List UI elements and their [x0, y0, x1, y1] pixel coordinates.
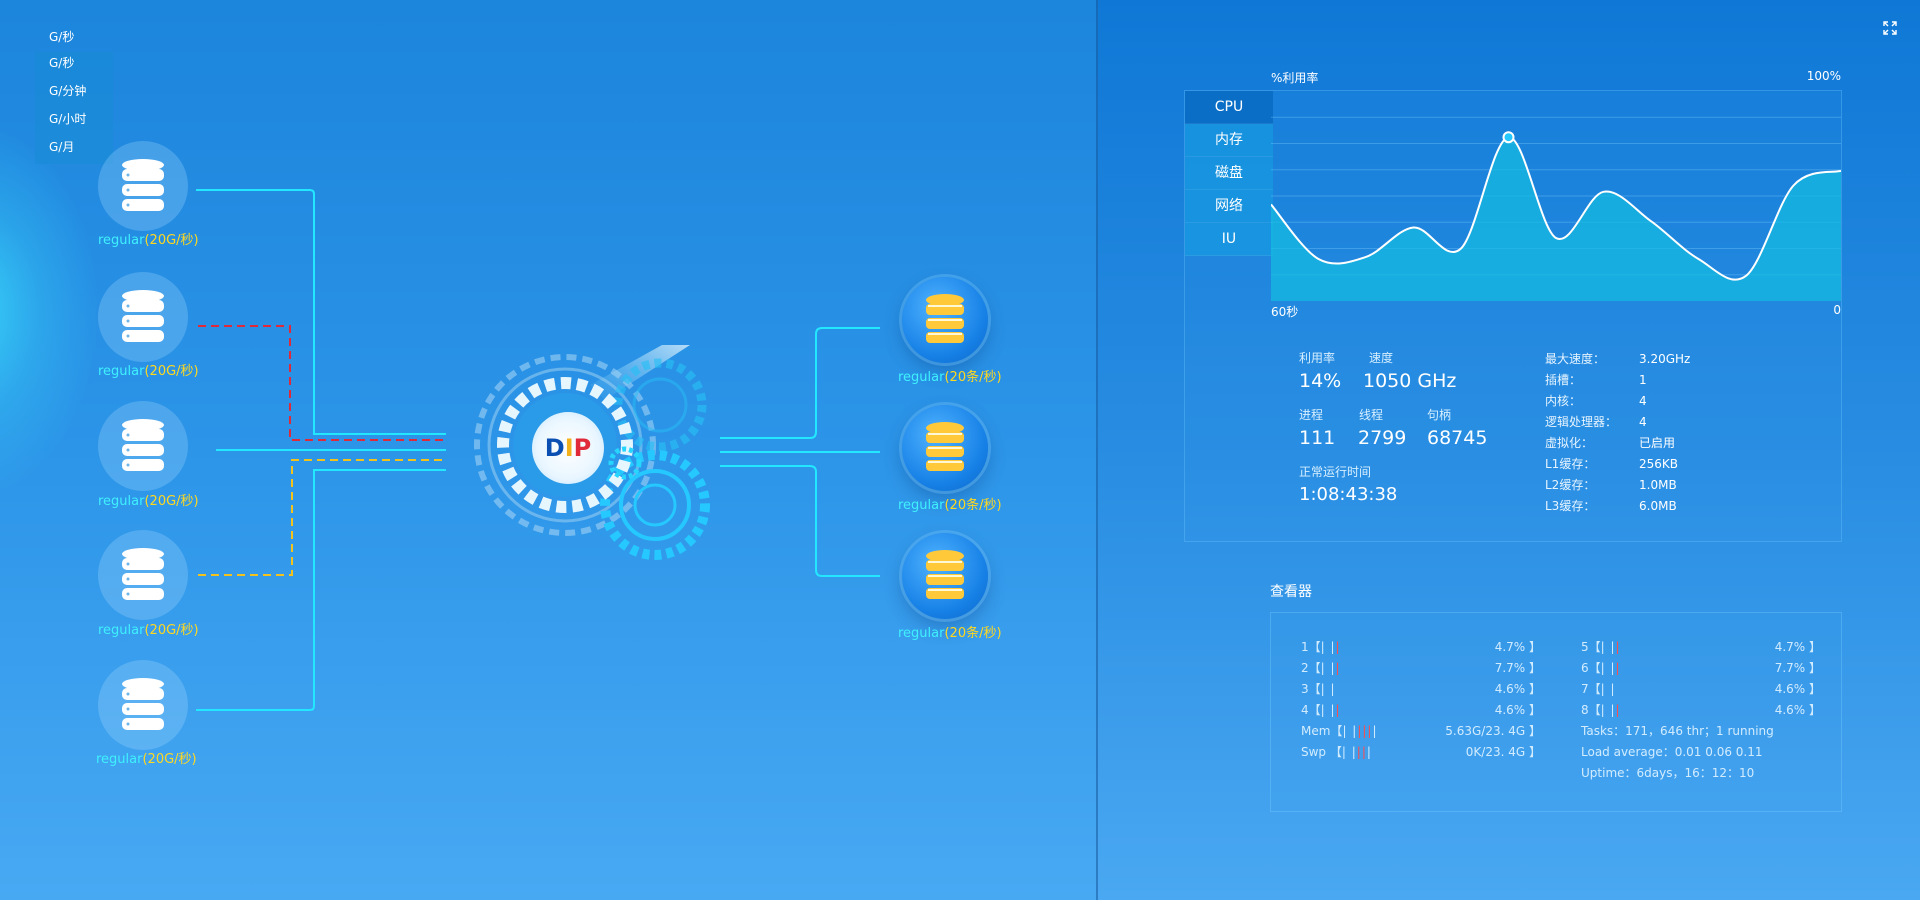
load-average: Load average：0.01 0.06 0.11: [1581, 745, 1763, 759]
chart-header: %利用率 100%: [1271, 69, 1841, 86]
chart-title: %利用率: [1271, 71, 1319, 85]
cpu-core-row: 4【| || 4.6% 】: [1301, 703, 1541, 717]
spec-key: 内核：: [1545, 394, 1582, 408]
chart-footer: 60秒 0: [1271, 303, 1841, 320]
source-db-icon[interactable]: [98, 660, 188, 750]
target-db-icon[interactable]: [902, 533, 988, 619]
flow-line: [196, 189, 446, 435]
processes-value: 111: [1299, 427, 1336, 449]
spec-key: L1缓存：: [1545, 457, 1596, 471]
flow-line-dashed-yellow: [198, 459, 446, 576]
spec-key: 逻辑处理器：: [1545, 415, 1618, 429]
cpu-usage-chart: [1271, 116, 1841, 301]
source-label: regular(20G/秒): [96, 752, 197, 767]
source-label: regular(20G/秒): [98, 364, 199, 379]
chart-area: [1271, 137, 1841, 301]
cpu-specs: 最大速度： 3.20GHz 插槽： 1 内核： 4 逻辑处理器： 4 虚拟化： 已启用 L…: [1545, 349, 1785, 517]
source-db-icon[interactable]: [98, 141, 188, 231]
target-db-icon[interactable]: [902, 405, 988, 491]
cpu-core-row: 7【| | 4.6% 】: [1581, 682, 1821, 696]
speed-value: 1050 GHz: [1363, 370, 1457, 392]
label-utilization: 利用率: [1299, 351, 1336, 365]
flow-line: [196, 469, 446, 711]
tab-disk[interactable]: 磁盘: [1185, 157, 1273, 190]
uptime-value: 1:08:43:38: [1299, 484, 1398, 505]
x-axis-end: 0: [1833, 303, 1841, 317]
cpu-core-row: 8【| || 4.6% 】: [1581, 703, 1821, 717]
swap-row: Swp 【| |||| 0K/23. 4G 】: [1301, 745, 1541, 759]
spec-key: 虚拟化：: [1545, 436, 1594, 450]
expand-icon[interactable]: [1882, 20, 1898, 36]
label-threads: 线程: [1359, 408, 1384, 422]
cpu-core-row: 6【| || 7.7% 】: [1581, 661, 1821, 675]
cpu-core-row: 2【| || 7.7% 】: [1301, 661, 1541, 675]
dip-logo: DIP: [532, 412, 604, 484]
spec-key: L3缓存：: [1545, 499, 1596, 513]
spec-value: 3.20GHz: [1639, 352, 1691, 366]
spec-key: L2缓存：: [1545, 478, 1596, 492]
chart-peak-marker[interactable]: [1502, 131, 1515, 144]
viewer-title: 查看器: [1270, 584, 1312, 600]
cpu-core-row: 3【| | 4.6% 】: [1301, 682, 1541, 696]
spec-value: 1: [1639, 373, 1647, 387]
dataflow-panel: G/秒 G/秒 G/分钟 G/小时 G/月 regular(20G/秒) reg…: [0, 0, 1096, 900]
spec-value: 已启用: [1639, 436, 1676, 450]
memory-row: Mem【| ||||| 5.63G/23. 4G 】: [1301, 724, 1541, 738]
flow-line: [720, 465, 880, 577]
tab-iu[interactable]: IU: [1185, 223, 1273, 256]
source-db-icon[interactable]: [98, 530, 188, 620]
label-speed: 速度: [1369, 351, 1394, 365]
spec-key: 插槽：: [1545, 373, 1582, 387]
tab-cpu[interactable]: CPU: [1185, 91, 1273, 124]
source-label: regular(20G/秒): [98, 494, 199, 509]
resource-tabs: CPU 内存 磁盘 网络 IU: [1185, 91, 1273, 256]
label-processes: 进程: [1299, 408, 1324, 422]
target-label: regular(20条/秒): [898, 370, 1002, 385]
tab-network[interactable]: 网络: [1185, 190, 1273, 223]
flow-line: [720, 327, 880, 439]
tab-memory[interactable]: 内存: [1185, 124, 1273, 157]
spec-value: 6.0MB: [1639, 499, 1677, 513]
spec-value: 256KB: [1639, 457, 1679, 471]
system-uptime: Uptime：6days，16：12：10: [1581, 766, 1755, 780]
source-db-icon[interactable]: [98, 272, 188, 362]
source-db-icon[interactable]: [98, 401, 188, 491]
tasks-summary: Tasks：171，646 thr；1 running: [1581, 724, 1774, 738]
target-label: regular(20条/秒): [898, 626, 1002, 641]
cpu-stats: 利用率 速度 14% 1050 GHz 进程 线程 句柄 111 2799 68…: [1299, 349, 1539, 505]
cpu-core-row: 5【| || 4.7% 】: [1581, 640, 1821, 654]
target-label: regular(20条/秒): [898, 498, 1002, 513]
source-label: regular(20G/秒): [98, 233, 199, 248]
x-axis-start: 60秒: [1271, 305, 1299, 319]
spec-value: 4: [1639, 415, 1647, 429]
resource-monitor: %利用率 100% CPU 内存 磁盘 网络 IU 60秒 0 利用率 速度 1…: [1184, 69, 1842, 542]
handles-value: 68745: [1427, 427, 1488, 449]
spec-key: 最大速度：: [1545, 352, 1606, 366]
process-viewer: 1【| || 4.7% 】 2【| || 7.7% 】 3【| | 4.6% 】…: [1270, 612, 1842, 812]
chart-max-label: 100%: [1806, 69, 1841, 83]
spec-value: 1.0MB: [1639, 478, 1677, 492]
target-db-icon[interactable]: [902, 277, 988, 363]
label-uptime: 正常运行时间: [1299, 465, 1372, 479]
threads-value: 2799: [1358, 427, 1407, 449]
source-label: regular(20G/秒): [98, 623, 199, 638]
label-handles: 句柄: [1427, 408, 1452, 422]
flow-line-dashed-red: [198, 325, 446, 441]
spec-value: 4: [1639, 394, 1647, 408]
cpu-core-row: 1【| || 4.7% 】: [1301, 640, 1541, 654]
utilization-value: 14%: [1299, 370, 1342, 392]
